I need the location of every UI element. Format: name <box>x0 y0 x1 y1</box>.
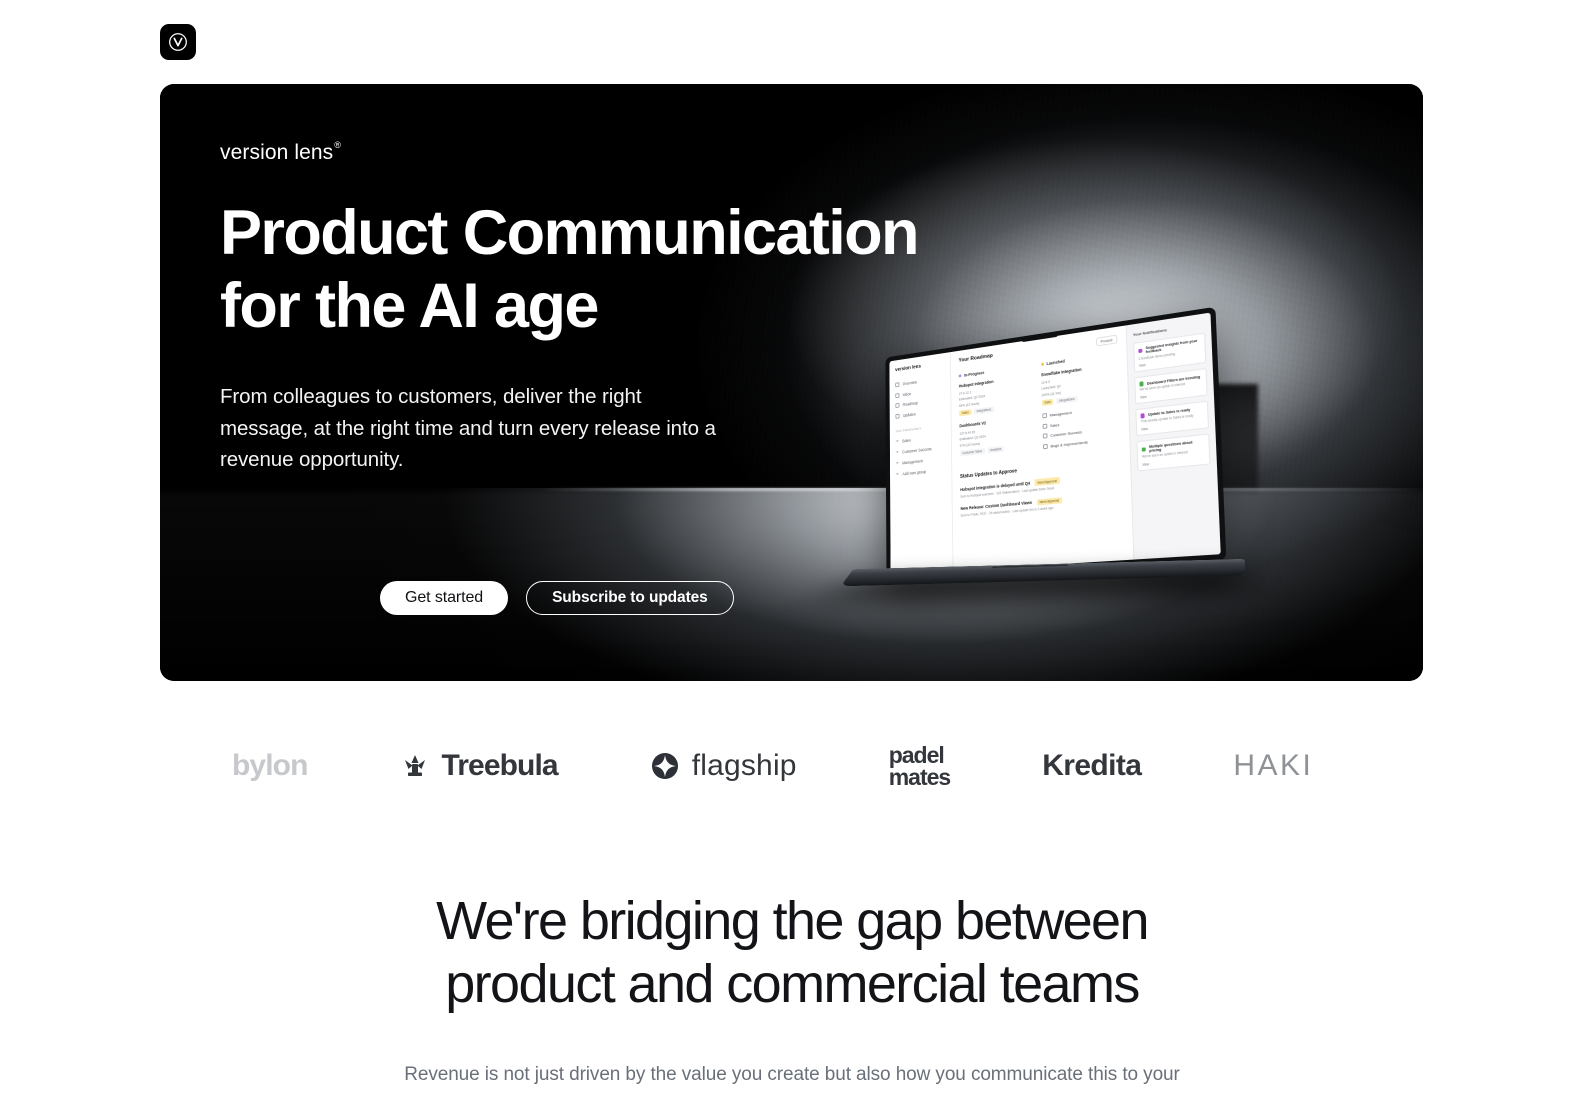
logo-label: bylon <box>232 749 308 782</box>
hero-title: Product Communication for the AI age <box>220 197 980 343</box>
hero-section: version lens Overview Inbox Roadmap Upda… <box>160 84 1423 681</box>
logo-label-line2: mates <box>888 764 951 790</box>
registered-mark-icon: ® <box>334 140 341 150</box>
hero-subtitle: From colleagues to customers, deliver th… <box>220 385 716 472</box>
logo-marquee: bylon Treebula flagship padel mates Kred… <box>0 726 1584 806</box>
logo-label: flagship <box>691 749 797 782</box>
logo-bylon: bylon <box>232 749 308 783</box>
hero-content: version lens® Product Communication for … <box>160 84 1423 681</box>
section-title-line2: product and commercial teams <box>445 954 1140 1015</box>
logo-treebula: Treebula <box>400 749 559 783</box>
hero-title-line2: for the AI age <box>220 271 599 342</box>
logo-track: bylon Treebula flagship padel mates Kred… <box>0 743 1313 790</box>
hero-actions: Get started Subscribe to updates <box>380 581 734 615</box>
topbar <box>160 24 1424 64</box>
logo-label: Treebula <box>441 749 559 782</box>
logo-label: padel mates <box>888 743 951 790</box>
brand-logo-mark[interactable] <box>160 24 196 60</box>
logo-label: Kredita <box>1042 749 1142 782</box>
section-title: We're bridging the gap between product a… <box>302 890 1282 1016</box>
logo-haki: HAKI <box>1233 749 1313 783</box>
value-prop-section: We're bridging the gap between product a… <box>0 890 1584 1091</box>
logo-padel-mates: padel mates <box>888 743 951 790</box>
logo-flagship: flagship <box>650 749 797 783</box>
circled-v-logo-icon <box>169 33 187 51</box>
get-started-button[interactable]: Get started <box>380 581 509 615</box>
hero-wordmark-text: version lens <box>220 141 334 164</box>
section-body: Revenue is not just driven by the value … <box>404 1064 1180 1086</box>
subscribe-to-updates-button[interactable]: Subscribe to updates <box>526 581 734 615</box>
tree-burst-icon <box>404 755 425 776</box>
logo-kredita: Kredita <box>1042 749 1142 783</box>
logo-label: HAKI <box>1233 749 1314 782</box>
hero-wordmark: version lens® <box>220 140 341 165</box>
landing-page: version lens Overview Inbox Roadmap Upda… <box>0 0 1584 1105</box>
section-title-line1: We're bridging the gap between <box>436 891 1149 951</box>
hero-title-line1: Product Communication <box>220 198 920 268</box>
star-circle-icon <box>651 753 678 779</box>
